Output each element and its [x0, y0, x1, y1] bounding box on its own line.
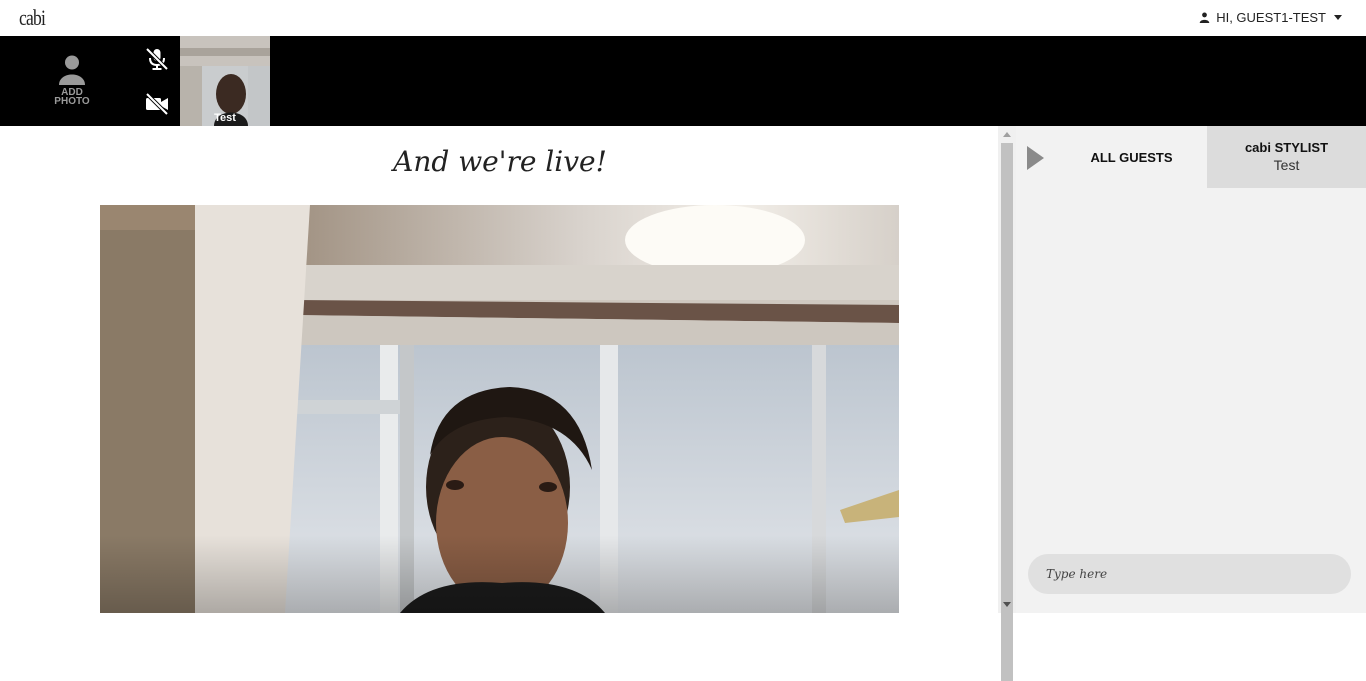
video-strip: ADD PHOTO Test — [0, 36, 1366, 126]
chevron-down-icon — [1334, 15, 1342, 20]
toggle-camera-button[interactable] — [144, 91, 170, 117]
collapse-chat-arrow-icon[interactable] — [1027, 146, 1044, 170]
scroll-down-arrow-icon[interactable] — [1003, 602, 1011, 607]
user-icon — [1199, 12, 1210, 23]
microphone-off-icon — [145, 47, 169, 71]
user-greeting: HI, GUEST1-TEST — [1216, 10, 1326, 25]
chat-message-input[interactable] — [1028, 554, 1351, 594]
page-title: And we're live! — [393, 145, 607, 178]
top-header: cabi HI, GUEST1-TEST — [0, 0, 1366, 36]
stylist-tab-name: Test — [1273, 157, 1300, 173]
page-scrollbar[interactable] — [998, 126, 1016, 681]
stylist-tab-title: cabi STYLIST — [1244, 140, 1329, 155]
tab-all-guests[interactable]: ALL GUESTS — [1056, 126, 1207, 188]
participant-name: Test — [214, 112, 236, 124]
add-photo-button[interactable]: ADD PHOTO — [52, 54, 92, 107]
avatar-placeholder-icon — [59, 55, 85, 85]
main-video — [100, 205, 899, 613]
mute-microphone-button[interactable] — [144, 46, 170, 72]
chat-panel: ALL GUESTS cabi STYLIST Test — [1016, 126, 1366, 613]
tab-cabi-stylist[interactable]: cabi STYLIST Test — [1207, 126, 1366, 188]
add-photo-label-2: PHOTO — [54, 96, 90, 107]
user-menu[interactable]: HI, GUEST1-TEST — [1199, 10, 1342, 25]
main-video-feed — [100, 205, 899, 613]
cabi-logo[interactable]: cabi — [19, 5, 46, 31]
camera-off-icon — [145, 92, 169, 116]
scroll-up-arrow-icon[interactable] — [1003, 132, 1011, 137]
scrollbar-thumb[interactable] — [1001, 143, 1013, 681]
participant-thumbnail[interactable]: Test — [180, 36, 270, 126]
